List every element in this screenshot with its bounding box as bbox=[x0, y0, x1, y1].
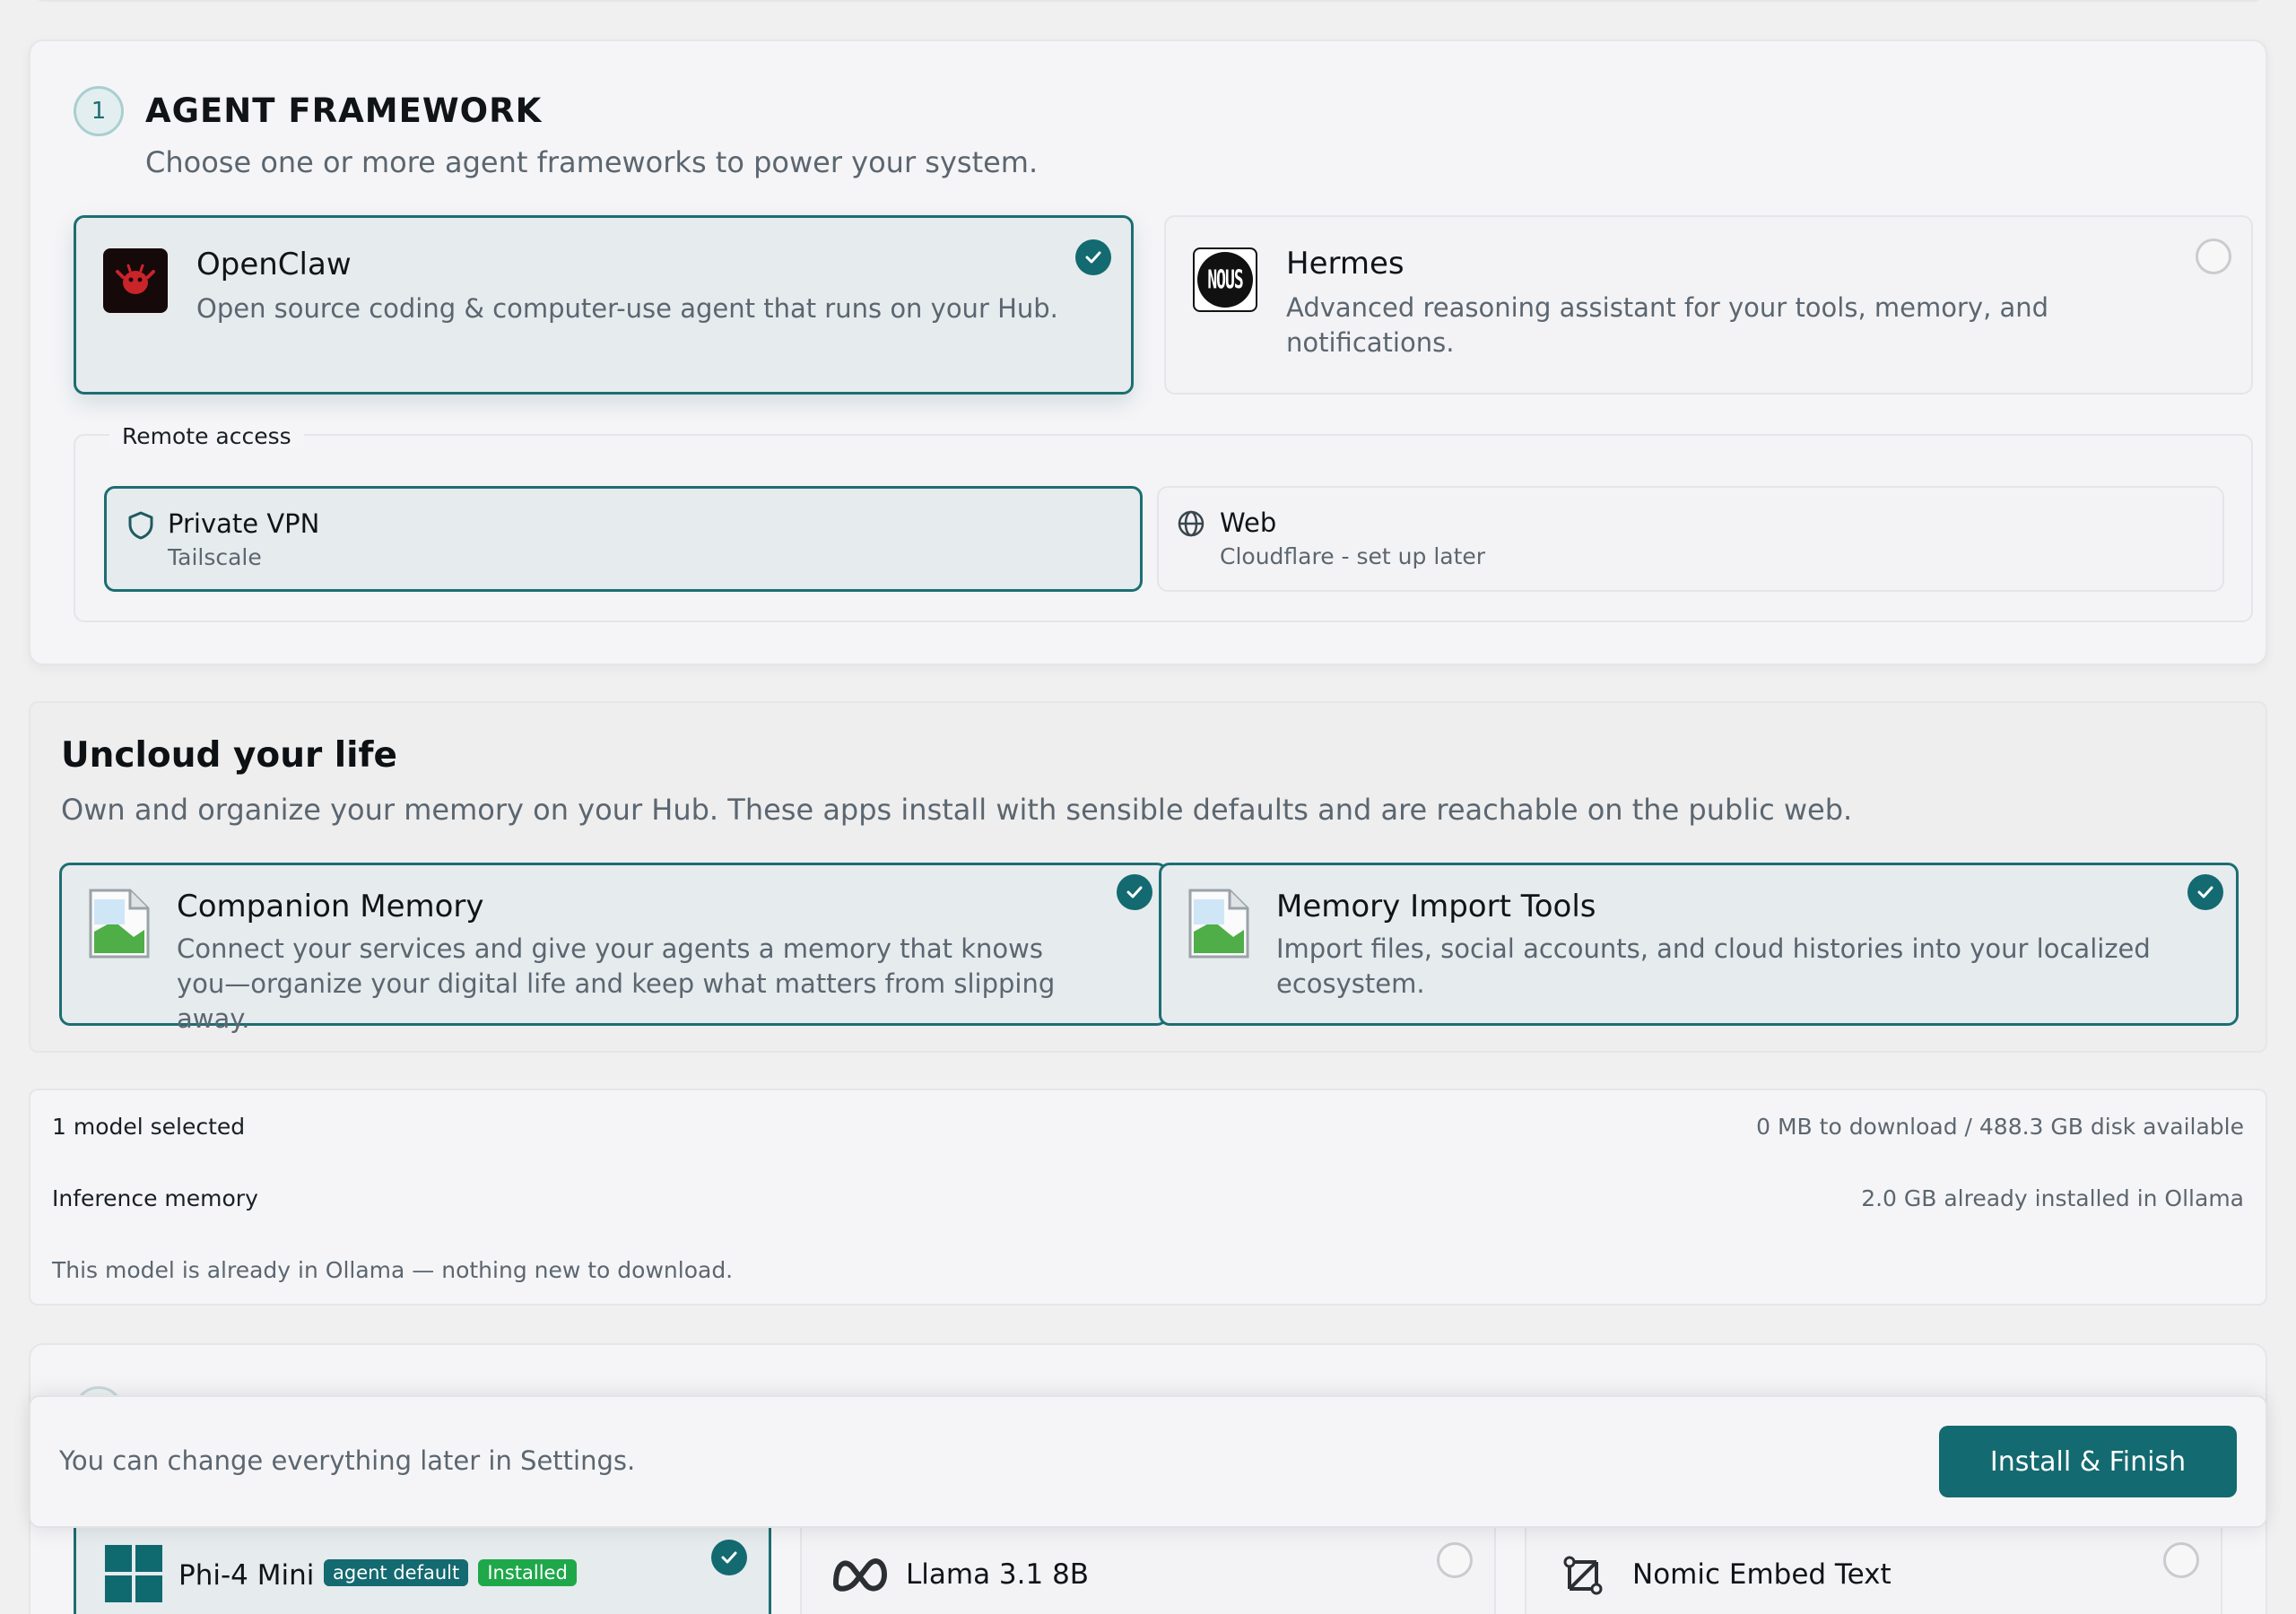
selected-check-icon bbox=[711, 1540, 747, 1575]
app-name: Companion Memory bbox=[177, 889, 484, 924]
remote-option-name: Private VPN bbox=[168, 508, 320, 539]
model-note: This model is already in Ollama — nothin… bbox=[52, 1257, 734, 1283]
framework-card-hermes[interactable]: NOUS Hermes Advanced reasoning assistant… bbox=[1164, 215, 2253, 395]
openclaw-logo-icon bbox=[103, 248, 168, 313]
installed-badge: Installed bbox=[478, 1559, 577, 1586]
selected-check-icon bbox=[2187, 874, 2223, 910]
agent-framework-section: 1 AGENT FRAMEWORK Choose one or more age… bbox=[29, 39, 2267, 665]
framework-name: OpenClaw bbox=[196, 247, 352, 282]
model-badges: agent default Installed bbox=[324, 1559, 577, 1586]
step-number: 1 bbox=[91, 98, 107, 125]
globe-icon bbox=[1177, 509, 1205, 542]
uncloud-subtitle: Own and organize your memory on your Hub… bbox=[61, 793, 1853, 827]
remote-option-sub: Cloudflare - set up later bbox=[1220, 543, 1486, 569]
inference-memory-label: Inference memory bbox=[52, 1185, 258, 1211]
model-name: Nomic Embed Text bbox=[1632, 1558, 1892, 1591]
model-summary-panel: 1 model selected 0 MB to download / 488.… bbox=[29, 1089, 2267, 1306]
app-name: Memory Import Tools bbox=[1276, 889, 1596, 924]
models-selected-count: 1 model selected bbox=[52, 1114, 246, 1140]
selected-check-icon bbox=[1075, 239, 1111, 275]
broken-image-icon bbox=[87, 887, 152, 964]
download-size-info: 0 MB to download / 488.3 GB disk availab… bbox=[1756, 1114, 2244, 1140]
remote-option-sub: Tailscale bbox=[168, 544, 262, 570]
shield-icon bbox=[126, 510, 155, 544]
unselected-radio[interactable] bbox=[1437, 1542, 1473, 1578]
nomic-logo-icon bbox=[1562, 1555, 1604, 1600]
section-subtitle: Choose one or more agent frameworks to p… bbox=[145, 145, 1039, 179]
step-number-badge: 1 bbox=[74, 86, 124, 136]
uncloud-section: Uncloud your life Own and organize your … bbox=[29, 701, 2267, 1053]
windows-logo-icon bbox=[105, 1545, 162, 1606]
meta-logo-icon bbox=[831, 1553, 890, 1596]
framework-description: Open source coding & computer-use agent … bbox=[196, 293, 1058, 324]
footer-note: You can change everything later in Setti… bbox=[59, 1445, 636, 1476]
uncloud-title: Uncloud your life bbox=[61, 735, 397, 776]
remote-option-private-vpn[interactable]: Private VPN Tailscale bbox=[104, 486, 1143, 592]
remote-access-label: Remote access bbox=[109, 423, 304, 449]
nous-logo-icon: NOUS bbox=[1193, 247, 1257, 312]
broken-image-icon bbox=[1187, 887, 1251, 964]
model-name: Phi-4 Mini bbox=[178, 1559, 315, 1592]
nous-logo-text: NOUS bbox=[1207, 265, 1243, 295]
previous-section-panel bbox=[30, 0, 2267, 2]
framework-name: Hermes bbox=[1286, 246, 1405, 282]
sticky-footer-bar: You can change everything later in Setti… bbox=[29, 1395, 2267, 1528]
app-card-memory-import-tools[interactable]: Memory Import Tools Import files, social… bbox=[1159, 863, 2239, 1026]
install-finish-button[interactable]: Install & Finish bbox=[1939, 1426, 2237, 1497]
framework-card-openclaw[interactable]: OpenClaw Open source coding & computer-u… bbox=[74, 215, 1134, 395]
unselected-radio[interactable] bbox=[2163, 1542, 2199, 1578]
unselected-radio[interactable] bbox=[2196, 239, 2231, 274]
app-card-companion-memory[interactable]: Companion Memory Connect your services a… bbox=[59, 863, 1168, 1034]
app-description: Import files, social accounts, and cloud… bbox=[1276, 933, 2151, 999]
agent-default-badge: agent default bbox=[324, 1559, 469, 1586]
section-title: AGENT FRAMEWORK bbox=[145, 91, 543, 130]
app-description: Connect your services and give your agen… bbox=[177, 933, 1056, 1034]
inference-memory-value: 2.0 GB already installed in Ollama bbox=[1861, 1185, 2244, 1211]
framework-description: Advanced reasoning assistant for your to… bbox=[1286, 292, 2049, 358]
remote-option-web[interactable]: Web Cloudflare - set up later bbox=[1157, 486, 2224, 592]
remote-option-name: Web bbox=[1220, 508, 1277, 538]
model-name: Llama 3.1 8B bbox=[906, 1558, 1090, 1591]
selected-check-icon bbox=[1117, 874, 1152, 910]
